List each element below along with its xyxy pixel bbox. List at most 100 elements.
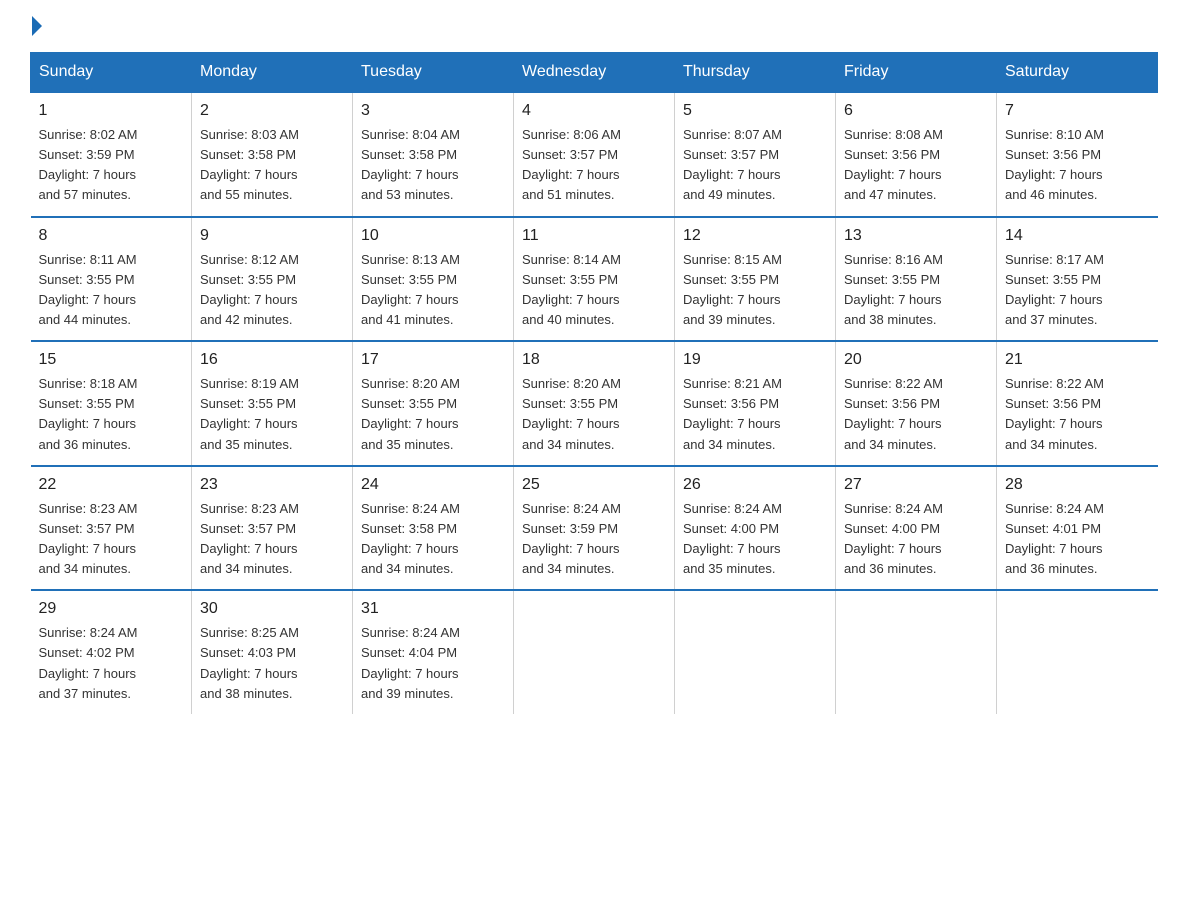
calendar-header: SundayMondayTuesdayWednesdayThursdayFrid… xyxy=(31,53,1158,93)
day-info: Sunrise: 8:16 AMSunset: 3:55 PMDaylight:… xyxy=(844,250,988,331)
day-cell: 27Sunrise: 8:24 AMSunset: 4:00 PMDayligh… xyxy=(836,466,997,591)
day-info: Sunrise: 8:19 AMSunset: 3:55 PMDaylight:… xyxy=(200,374,344,455)
week-row-5: 29Sunrise: 8:24 AMSunset: 4:02 PMDayligh… xyxy=(31,590,1158,714)
day-cell: 13Sunrise: 8:16 AMSunset: 3:55 PMDayligh… xyxy=(836,217,997,342)
header-cell-sunday: Sunday xyxy=(31,53,192,93)
day-cell: 16Sunrise: 8:19 AMSunset: 3:55 PMDayligh… xyxy=(192,341,353,466)
day-cell: 5Sunrise: 8:07 AMSunset: 3:57 PMDaylight… xyxy=(675,92,836,217)
day-number: 23 xyxy=(200,473,344,497)
day-cell: 30Sunrise: 8:25 AMSunset: 4:03 PMDayligh… xyxy=(192,590,353,714)
day-cell: 6Sunrise: 8:08 AMSunset: 3:56 PMDaylight… xyxy=(836,92,997,217)
page-header xyxy=(30,20,1158,36)
day-cell: 17Sunrise: 8:20 AMSunset: 3:55 PMDayligh… xyxy=(353,341,514,466)
day-cell: 20Sunrise: 8:22 AMSunset: 3:56 PMDayligh… xyxy=(836,341,997,466)
day-cell: 19Sunrise: 8:21 AMSunset: 3:56 PMDayligh… xyxy=(675,341,836,466)
day-cell: 25Sunrise: 8:24 AMSunset: 3:59 PMDayligh… xyxy=(514,466,675,591)
day-number: 9 xyxy=(200,224,344,248)
day-info: Sunrise: 8:15 AMSunset: 3:55 PMDaylight:… xyxy=(683,250,827,331)
logo-text xyxy=(30,20,42,36)
day-number: 16 xyxy=(200,348,344,372)
day-info: Sunrise: 8:24 AMSunset: 4:04 PMDaylight:… xyxy=(361,623,505,704)
day-cell: 12Sunrise: 8:15 AMSunset: 3:55 PMDayligh… xyxy=(675,217,836,342)
calendar-table: SundayMondayTuesdayWednesdayThursdayFrid… xyxy=(30,52,1158,714)
day-info: Sunrise: 8:06 AMSunset: 3:57 PMDaylight:… xyxy=(522,125,666,206)
day-number: 21 xyxy=(1005,348,1150,372)
day-number: 6 xyxy=(844,99,988,123)
day-info: Sunrise: 8:22 AMSunset: 3:56 PMDaylight:… xyxy=(844,374,988,455)
day-cell: 8Sunrise: 8:11 AMSunset: 3:55 PMDaylight… xyxy=(31,217,192,342)
day-cell: 11Sunrise: 8:14 AMSunset: 3:55 PMDayligh… xyxy=(514,217,675,342)
day-number: 15 xyxy=(39,348,184,372)
day-info: Sunrise: 8:08 AMSunset: 3:56 PMDaylight:… xyxy=(844,125,988,206)
day-cell: 3Sunrise: 8:04 AMSunset: 3:58 PMDaylight… xyxy=(353,92,514,217)
day-number: 13 xyxy=(844,224,988,248)
day-cell: 24Sunrise: 8:24 AMSunset: 3:58 PMDayligh… xyxy=(353,466,514,591)
day-info: Sunrise: 8:24 AMSunset: 4:00 PMDaylight:… xyxy=(844,499,988,580)
header-cell-saturday: Saturday xyxy=(997,53,1158,93)
day-number: 10 xyxy=(361,224,505,248)
day-info: Sunrise: 8:20 AMSunset: 3:55 PMDaylight:… xyxy=(522,374,666,455)
day-number: 22 xyxy=(39,473,184,497)
day-info: Sunrise: 8:24 AMSunset: 4:00 PMDaylight:… xyxy=(683,499,827,580)
week-row-2: 8Sunrise: 8:11 AMSunset: 3:55 PMDaylight… xyxy=(31,217,1158,342)
day-info: Sunrise: 8:10 AMSunset: 3:56 PMDaylight:… xyxy=(1005,125,1150,206)
day-info: Sunrise: 8:17 AMSunset: 3:55 PMDaylight:… xyxy=(1005,250,1150,331)
day-number: 3 xyxy=(361,99,505,123)
week-row-1: 1Sunrise: 8:02 AMSunset: 3:59 PMDaylight… xyxy=(31,92,1158,217)
day-info: Sunrise: 8:18 AMSunset: 3:55 PMDaylight:… xyxy=(39,374,184,455)
day-cell: 7Sunrise: 8:10 AMSunset: 3:56 PMDaylight… xyxy=(997,92,1158,217)
day-cell: 22Sunrise: 8:23 AMSunset: 3:57 PMDayligh… xyxy=(31,466,192,591)
day-info: Sunrise: 8:12 AMSunset: 3:55 PMDaylight:… xyxy=(200,250,344,331)
day-number: 1 xyxy=(39,99,184,123)
day-cell: 23Sunrise: 8:23 AMSunset: 3:57 PMDayligh… xyxy=(192,466,353,591)
day-info: Sunrise: 8:02 AMSunset: 3:59 PMDaylight:… xyxy=(39,125,184,206)
calendar-body: 1Sunrise: 8:02 AMSunset: 3:59 PMDaylight… xyxy=(31,92,1158,714)
day-number: 7 xyxy=(1005,99,1150,123)
day-cell: 1Sunrise: 8:02 AMSunset: 3:59 PMDaylight… xyxy=(31,92,192,217)
day-number: 27 xyxy=(844,473,988,497)
logo-triangle-icon xyxy=(32,16,42,36)
day-info: Sunrise: 8:24 AMSunset: 3:58 PMDaylight:… xyxy=(361,499,505,580)
day-number: 2 xyxy=(200,99,344,123)
day-cell: 9Sunrise: 8:12 AMSunset: 3:55 PMDaylight… xyxy=(192,217,353,342)
day-number: 26 xyxy=(683,473,827,497)
day-cell: 14Sunrise: 8:17 AMSunset: 3:55 PMDayligh… xyxy=(997,217,1158,342)
day-number: 14 xyxy=(1005,224,1150,248)
day-cell: 4Sunrise: 8:06 AMSunset: 3:57 PMDaylight… xyxy=(514,92,675,217)
day-cell: 10Sunrise: 8:13 AMSunset: 3:55 PMDayligh… xyxy=(353,217,514,342)
logo xyxy=(30,20,42,36)
day-info: Sunrise: 8:24 AMSunset: 4:01 PMDaylight:… xyxy=(1005,499,1150,580)
day-number: 29 xyxy=(39,597,184,621)
day-cell: 28Sunrise: 8:24 AMSunset: 4:01 PMDayligh… xyxy=(997,466,1158,591)
week-row-4: 22 Sunrise: 8:23 AMSunset: 3:57 PMDayligh… xyxy=(31,466,1158,591)
day-info: Sunrise: 8:23 AMSunset: 3:57 PMDaylight:… xyxy=(200,499,344,580)
day-info: Sunrise: 8:25 AMSunset: 4:03 PMDaylight:… xyxy=(200,623,344,704)
day-info: Sunrise: 8:24 AMSunset: 4:02 PMDaylight:… xyxy=(39,623,184,704)
day-number: 28 xyxy=(1005,473,1150,497)
day-cell: 21Sunrise: 8:22 AMSunset: 3:56 PMDayligh… xyxy=(997,341,1158,466)
header-cell-monday: Monday xyxy=(192,53,353,93)
day-info: Sunrise: 8:13 AMSunset: 3:55 PMDaylight:… xyxy=(361,250,505,331)
day-info: Sunrise: 8:04 AMSunset: 3:58 PMDaylight:… xyxy=(361,125,505,206)
day-number: 19 xyxy=(683,348,827,372)
day-cell: 31Sunrise: 8:24 AMSunset: 4:04 PMDayligh… xyxy=(353,590,514,714)
day-number: 11 xyxy=(522,224,666,248)
day-number: 30 xyxy=(200,597,344,621)
header-row: SundayMondayTuesdayWednesdayThursdayFrid… xyxy=(31,53,1158,93)
day-cell: 29Sunrise: 8:24 AMSunset: 4:02 PMDayligh… xyxy=(31,590,192,714)
day-cell: 15Sunrise: 8:18 AMSunset: 3:55 PMDayligh… xyxy=(31,341,192,466)
day-info: Sunrise: 8:22 AMSunset: 3:56 PMDaylight:… xyxy=(1005,374,1150,455)
day-cell: 18Sunrise: 8:20 AMSunset: 3:55 PMDayligh… xyxy=(514,341,675,466)
day-number: 25 xyxy=(522,473,666,497)
header-cell-wednesday: Wednesday xyxy=(514,53,675,93)
day-number: 4 xyxy=(522,99,666,123)
day-info: Sunrise: 8:24 AMSunset: 3:59 PMDaylight:… xyxy=(522,499,666,580)
day-number: 8 xyxy=(39,224,184,248)
header-cell-friday: Friday xyxy=(836,53,997,93)
day-cell xyxy=(997,590,1158,714)
day-info: Sunrise: 8:11 AMSunset: 3:55 PMDaylight:… xyxy=(39,250,184,331)
day-cell xyxy=(836,590,997,714)
day-cell xyxy=(514,590,675,714)
header-cell-tuesday: Tuesday xyxy=(353,53,514,93)
day-info: Sunrise: 8:21 AMSunset: 3:56 PMDaylight:… xyxy=(683,374,827,455)
